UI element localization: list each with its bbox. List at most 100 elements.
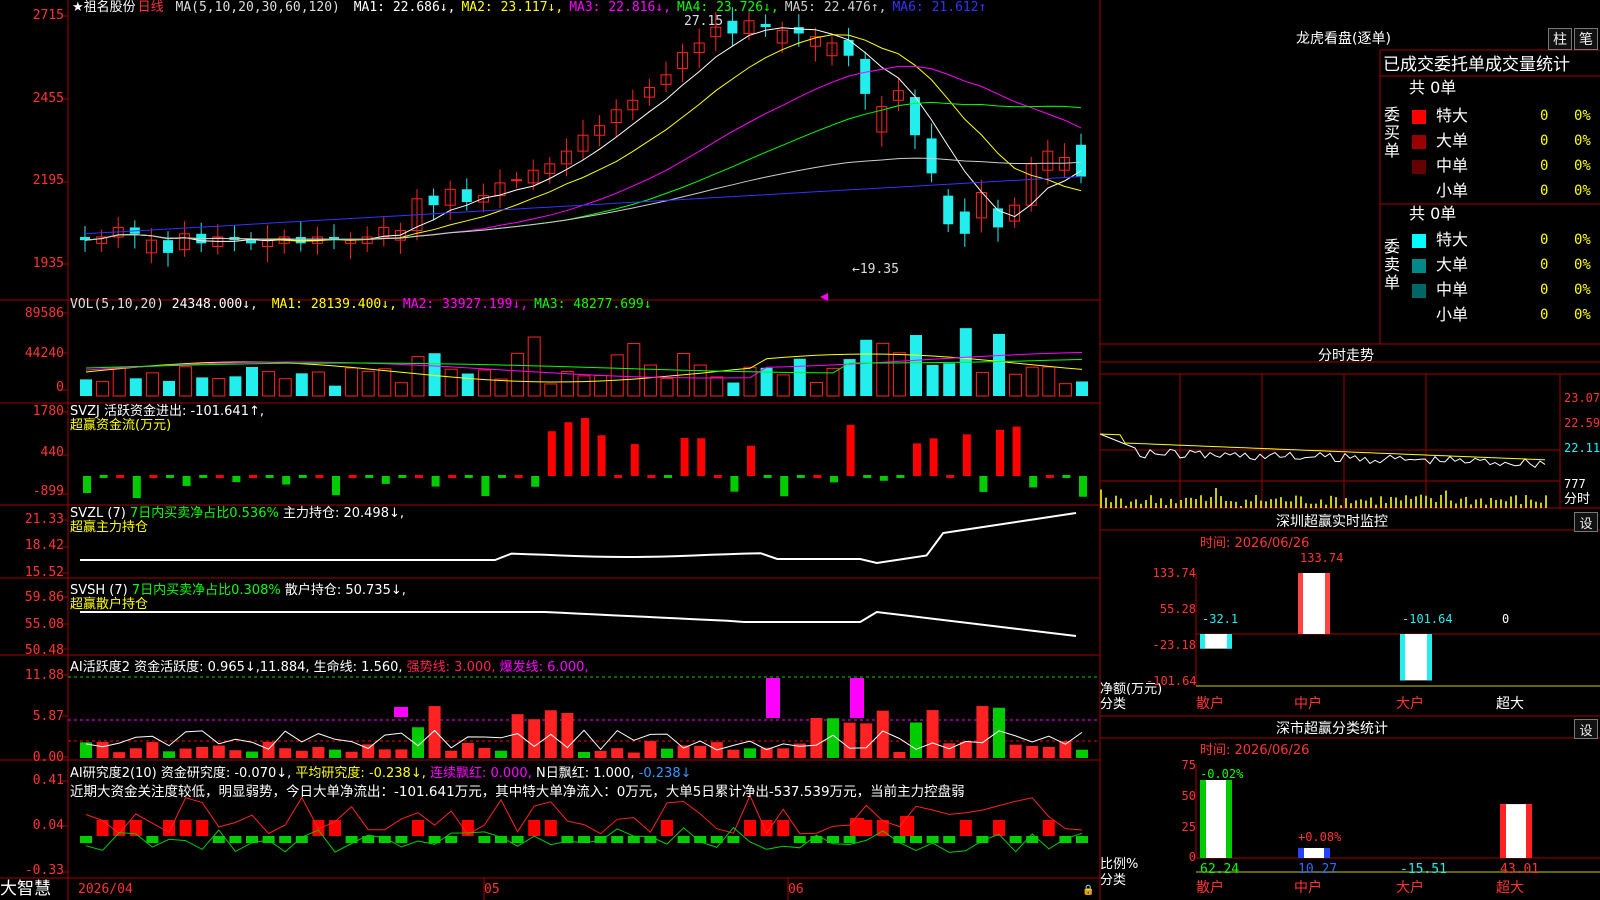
vol-bar (461, 373, 474, 396)
svsh-header: SVSH (7) 7日内买卖净占比0.308% 散户持仓: 50.735↓, (70, 583, 406, 598)
flow-bar (1062, 475, 1071, 478)
fenshi-vol-bar (1305, 503, 1307, 508)
fenshi-vol-bar (1325, 504, 1327, 508)
vol-bar (477, 369, 491, 397)
svzl-y-label: 18.42 (24, 538, 64, 553)
research-bar (661, 820, 673, 836)
stats-category[interactable]: 大户 (1396, 881, 1424, 896)
flow-bar (564, 422, 573, 476)
vol-bar (163, 380, 175, 396)
monitor-category[interactable]: 超大 (1496, 697, 1524, 712)
ai2-note: 近期大资金关注度较低，明显弱势，今日大单净流出：-101.641万元，其中特大单… (70, 784, 965, 800)
flow-bar (1045, 475, 1054, 478)
fenshi-vol-bar (1515, 495, 1517, 508)
candle-body (246, 240, 256, 244)
flow-bar (398, 475, 407, 478)
monitor-category[interactable]: 散户 (1196, 697, 1224, 712)
flow-bar (697, 438, 706, 476)
flow-bar (132, 476, 141, 499)
stats-settings-button[interactable]: 设 (1574, 719, 1598, 739)
sell-total: 共 0单 (1409, 204, 1457, 223)
fenshi-vol-bar (1190, 497, 1192, 508)
monitor-category[interactable]: 中户 (1294, 697, 1322, 712)
order-count: 0 (1540, 307, 1549, 323)
flow-bar (182, 476, 191, 486)
ma-item: MA2: 23.117↓, (461, 0, 564, 15)
activity-bar (478, 747, 491, 758)
stats-category[interactable]: 中户 (1294, 881, 1322, 896)
svzj-sub: 超赢资金流(万元) (70, 418, 172, 433)
bar-mode-button[interactable]: 柱 (1548, 28, 1572, 50)
flow-bar (547, 431, 556, 476)
flow-bar (431, 476, 440, 487)
longhu-tabs[interactable]: 已成交委托单成交量统计 (1383, 55, 1570, 75)
flow-bar (166, 475, 174, 478)
tick-mode-button[interactable]: 笔 (1574, 28, 1598, 50)
candle-body (461, 189, 472, 202)
activity-bar (677, 745, 690, 758)
flow-bar (365, 475, 374, 478)
ma-item: MA3: 22.816↓, (569, 0, 671, 15)
order-count: 0 (1540, 282, 1549, 298)
activity-bar (1026, 745, 1039, 758)
vol-bar (910, 335, 922, 396)
fenshi-vol-bar (1455, 503, 1457, 508)
svzj-y-label: 1780 (32, 404, 64, 419)
ma-item: MA2: 33927.199↓, (402, 297, 529, 312)
vol-ma-values: MA1: 28139.400↓, MA2: 33927.199↓, MA3: 482… (266, 297, 652, 312)
order-type-label: 中单 (1436, 280, 1469, 299)
price-y-label: 2715 (32, 8, 64, 23)
stats-category[interactable]: 散户 (1196, 881, 1224, 896)
research-bar (1076, 836, 1088, 843)
svzl-header: SVZL (7) 7日内买卖净占比0.536% 主力持仓: 20.498↓, (70, 506, 404, 521)
monitor-settings-button[interactable]: 设 (1574, 512, 1598, 532)
fenshi-vol-bar (1470, 504, 1472, 508)
fenshi-vol-bar (1360, 499, 1362, 508)
vol-bar (727, 382, 740, 396)
stats-title: 深市超赢分类统计 (1276, 721, 1388, 737)
activity-bar (445, 750, 458, 758)
research-bar (900, 816, 914, 836)
fenshi-vol-bar (1400, 500, 1402, 508)
svsh-title: SVSH (7) (70, 583, 132, 598)
flow-bar (83, 476, 91, 493)
ma-item: MA1: 22.686↓, (353, 0, 456, 15)
activity-bar (943, 743, 956, 758)
research-bar (1009, 836, 1022, 843)
fenshi-vol-bar (1385, 503, 1387, 508)
fenshi-vol-bar (1165, 505, 1167, 508)
activity-bar (727, 749, 740, 758)
fenshi-vol-bar (1355, 500, 1357, 508)
vol-bar (145, 372, 159, 397)
vol-bar (544, 383, 558, 397)
fenshi-y-label: 23.07 (1564, 391, 1600, 405)
fenshi-vol-bar (1160, 498, 1162, 508)
stats-class-label: 分类 (1100, 873, 1127, 888)
vol-bar (594, 375, 608, 397)
monitor-category[interactable]: 大户 (1396, 697, 1424, 712)
flow-bar (730, 476, 739, 492)
color-swatch (1412, 185, 1426, 199)
vol-bar (993, 333, 1005, 396)
order-type-label: 中单 (1436, 156, 1469, 175)
period-label[interactable]: 日线 (138, 0, 164, 15)
flow-bar (199, 475, 208, 478)
date-label: 2026/04 (78, 882, 133, 897)
activity-bar (926, 710, 939, 758)
fenshi-vol-bar (1245, 499, 1247, 508)
flow-bar (630, 444, 639, 476)
stats-y-label: 25 (1181, 820, 1196, 834)
flow-bar (348, 475, 357, 478)
fenshi-vol-bar (1415, 496, 1417, 508)
ma-line (84, 176, 1082, 235)
fenshi-vol-bar (1450, 500, 1452, 508)
research-bar (926, 836, 939, 843)
research-bar (850, 818, 864, 836)
svsh-y-label: 50.48 (24, 643, 64, 658)
monitor-y-label: 133.74 (1152, 566, 1196, 580)
stats-category[interactable]: 超大 (1496, 881, 1524, 896)
lock-icon[interactable]: 🔒 (1082, 883, 1094, 898)
stats-y-label: 0 (1188, 850, 1196, 864)
candle-body (793, 27, 804, 34)
research-bar (544, 820, 557, 836)
